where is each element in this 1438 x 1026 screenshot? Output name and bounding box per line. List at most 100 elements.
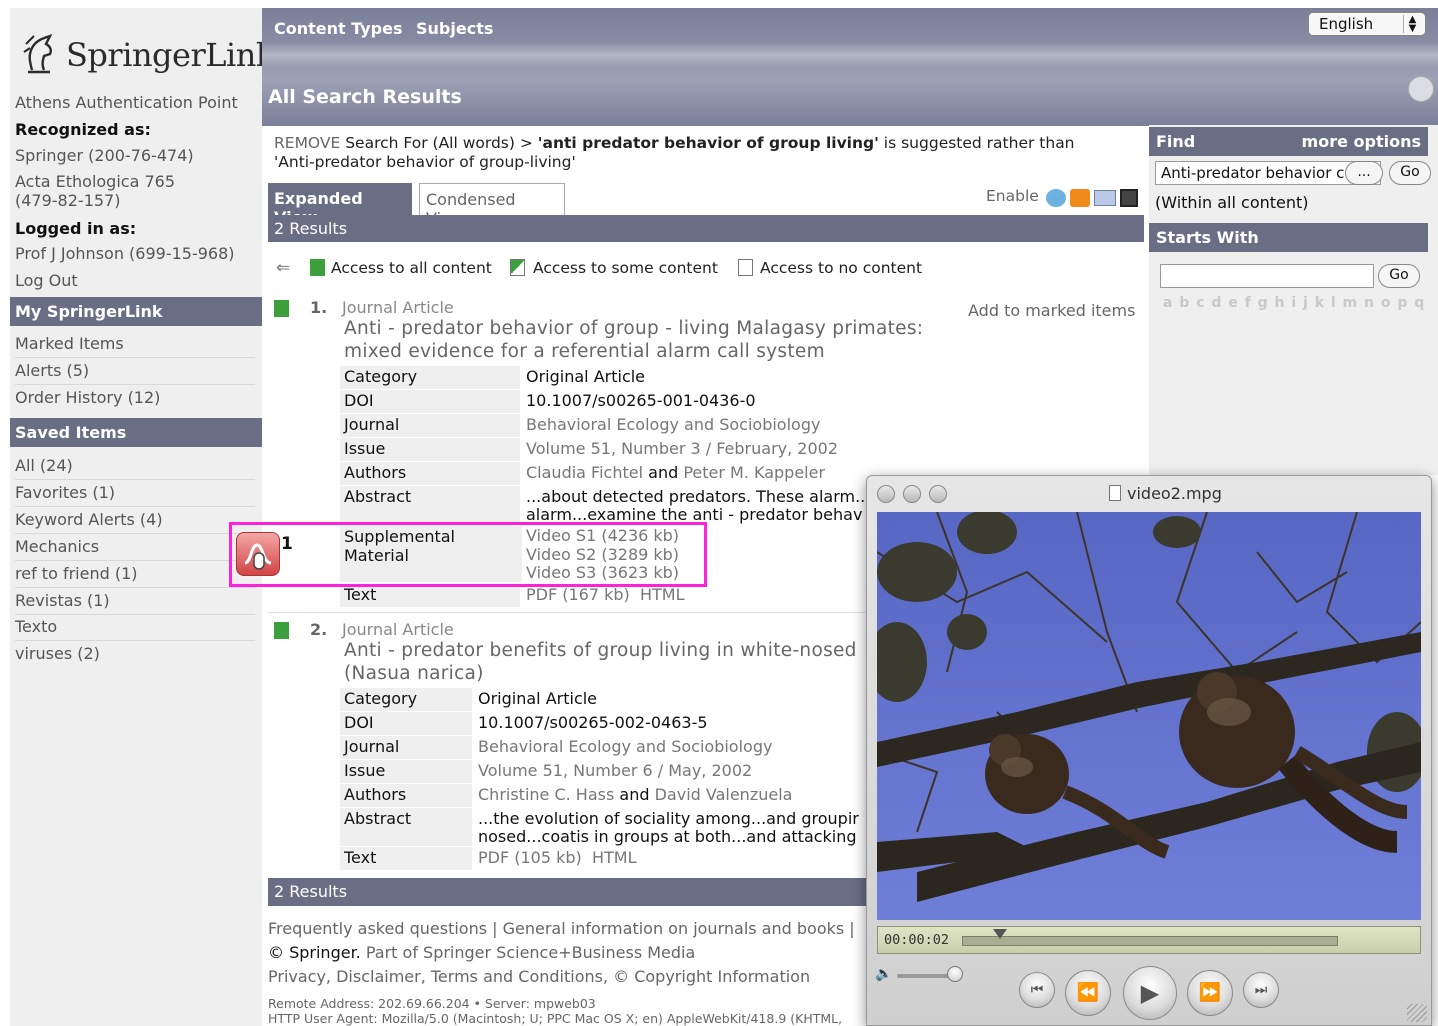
faq-link[interactable]: Frequently asked questions <box>268 919 487 938</box>
saved-items-header: Saved Items <box>10 418 262 447</box>
result-title-link-cont[interactable]: (Nasua narica) <box>344 662 484 685</box>
saved-item-texto[interactable]: Texto <box>15 617 57 636</box>
starts-with-input[interactable] <box>1160 264 1374 288</box>
result-number: 2. <box>310 620 328 639</box>
copyright-springer: © Springer. <box>268 943 361 962</box>
print-icon[interactable] <box>1408 76 1434 102</box>
email-icon[interactable] <box>1094 190 1116 206</box>
issue-link[interactable]: Volume 51, Number 3 / February, 2002 <box>526 439 838 458</box>
language-select[interactable]: English ▲ ▼ <box>1308 12 1426 36</box>
nav-subjects[interactable]: Subjects <box>416 19 493 38</box>
author-link[interactable]: Claudia Fichtel <box>526 463 643 482</box>
suggested-query: 'Anti-predator behavior of group-living' <box>274 153 576 171</box>
playback-timebar[interactable]: 00:00:02 <box>877 926 1421 954</box>
minimize-window-button[interactable] <box>903 485 921 503</box>
find-go-button[interactable]: Go <box>1389 161 1431 185</box>
tab-expanded-view[interactable]: Expanded View <box>268 183 412 227</box>
more-options-link[interactable]: more options <box>1302 132 1421 151</box>
close-window-button[interactable] <box>877 485 895 503</box>
rss-icon[interactable] <box>1070 189 1090 207</box>
result-title-link[interactable]: Anti - predator behavior of group - livi… <box>344 317 923 340</box>
alphabet-index[interactable]: a b c d e f g h i j k l m n o p q <box>1163 295 1425 311</box>
tab-condensed-view[interactable]: Condensed View <box>419 183 565 228</box>
doi-value: 10.1007/s00265-001-0436-0 <box>526 391 756 410</box>
logout-link[interactable]: Log Out <box>15 271 78 290</box>
author-link[interactable]: Christine C. Hass <box>478 785 614 804</box>
volume-knob[interactable] <box>947 966 963 982</box>
volume-slider[interactable] <box>897 974 953 978</box>
search-summary: REMOVE Search For (All words) > 'anti pr… <box>274 134 1075 152</box>
find-options-button[interactable]: ... <box>1345 161 1383 185</box>
text-label: Text <box>340 584 520 607</box>
back-arrow-icon: ⇐ <box>276 258 291 278</box>
athens-auth-link[interactable]: Athens Authentication Point <box>15 93 238 112</box>
journal-link[interactable]: Behavioral Ecology and Sociobiology <box>478 737 772 756</box>
saved-item-revistas[interactable]: Revistas (1) <box>15 591 110 610</box>
add-to-marked-items-link[interactable]: Add to marked items <box>968 301 1135 320</box>
author-link[interactable]: David Valenzuela <box>655 785 793 804</box>
fulltext-links: PDF (105 kb) HTML <box>478 848 637 867</box>
remove-search-link[interactable]: REMOVE <box>274 134 340 152</box>
video-still-image <box>877 512 1421 920</box>
rewind-button[interactable]: ⏪ <box>1065 970 1111 1016</box>
access-none-label: Access to no content <box>760 259 923 277</box>
result-type: Journal Article <box>342 298 454 317</box>
general-info-link[interactable]: General information on journals and book… <box>503 919 845 938</box>
starts-with-go-button[interactable]: Go <box>1378 264 1420 288</box>
playhead-marker[interactable] <box>992 929 1007 939</box>
video-player-window[interactable]: video2.mpg 00:00:02 🔈 ⏮ ⏪ ▶ ⏩ ⏭ <box>866 475 1432 1026</box>
legal-links[interactable]: Privacy, Disclaimer, Terms and Condition… <box>268 967 810 986</box>
divider <box>15 506 255 507</box>
result-title-link[interactable]: Anti - predator benefits of group living… <box>344 639 857 662</box>
saved-item-all[interactable]: All (24) <box>15 456 73 475</box>
abstract-line1: ...about detected predators. These alarm… <box>526 487 871 506</box>
annotation-marker[interactable]: 1 <box>236 532 294 578</box>
fast-forward-button[interactable]: ⏩ <box>1187 970 1233 1016</box>
starts-with-header: Starts With <box>1149 223 1428 252</box>
skip-to-start-button[interactable]: ⏮ <box>1019 972 1055 1008</box>
html-link[interactable]: HTML <box>640 585 685 604</box>
alert-icon[interactable] <box>1046 189 1066 207</box>
html-link[interactable]: HTML <box>592 848 637 867</box>
authors-label: Authors <box>340 462 520 485</box>
sidebar-item-alerts[interactable]: Alerts (5) <box>15 361 89 380</box>
play-button[interactable]: ▶ <box>1123 966 1177 1020</box>
find-label: Find <box>1156 132 1196 151</box>
page-title: All Search Results <box>268 86 462 108</box>
result-title-link-cont[interactable]: mixed evidence for a referential alarm c… <box>344 340 825 363</box>
video-filename: video2.mpg <box>1127 484 1222 503</box>
pdf-link[interactable]: PDF (167 kb) <box>526 585 630 604</box>
issue-link[interactable]: Volume 51, Number 6 / May, 2002 <box>478 761 752 780</box>
pdf-link[interactable]: PDF (105 kb) <box>478 848 582 867</box>
volume-icon: 🔈 <box>875 966 893 982</box>
my-springerlink-header: My SpringerLink <box>10 297 262 326</box>
journal-label: Journal <box>340 414 520 437</box>
results-count-bar: 2 Results <box>268 215 1144 242</box>
divider <box>15 587 255 588</box>
save-disk-icon[interactable] <box>1120 189 1138 207</box>
nav-content-types[interactable]: Content Types <box>274 19 403 38</box>
divider <box>15 357 255 358</box>
saved-item-keyword-alerts[interactable]: Keyword Alerts (4) <box>15 510 163 529</box>
header-decoration <box>262 42 1438 68</box>
brand-name: SpringerLink <box>66 36 275 74</box>
video-frame[interactable] <box>877 512 1421 920</box>
category-label: Category <box>340 366 520 389</box>
enable-feeds-icons[interactable] <box>1044 187 1140 209</box>
saved-item-mechanics[interactable]: Mechanics <box>15 537 99 556</box>
saved-item-ref-to-friend[interactable]: ref to friend (1) <box>15 564 137 583</box>
saved-item-viruses[interactable]: viruses (2) <box>15 644 100 663</box>
author-link[interactable]: Peter M. Kappeler <box>683 463 825 482</box>
resize-grip[interactable] <box>1407 1004 1427 1022</box>
saved-item-favorites[interactable]: Favorites (1) <box>15 483 115 502</box>
sidebar-item-order-history[interactable]: Order History (12) <box>15 388 160 407</box>
journal-link[interactable]: Behavioral Ecology and Sociobiology <box>526 415 820 434</box>
sidebar-item-marked-items[interactable]: Marked Items <box>15 334 124 353</box>
springerlink-logo[interactable]: SpringerLink <box>20 30 275 86</box>
skip-to-end-button[interactable]: ⏭ <box>1243 972 1279 1008</box>
zoom-window-button[interactable] <box>929 485 947 503</box>
authors-and: and <box>614 785 655 804</box>
copyright-rest[interactable]: Part of Springer Science+Business Media <box>361 943 695 962</box>
search-suffix: is suggested rather than <box>878 134 1075 152</box>
scrub-track[interactable] <box>962 936 1338 946</box>
